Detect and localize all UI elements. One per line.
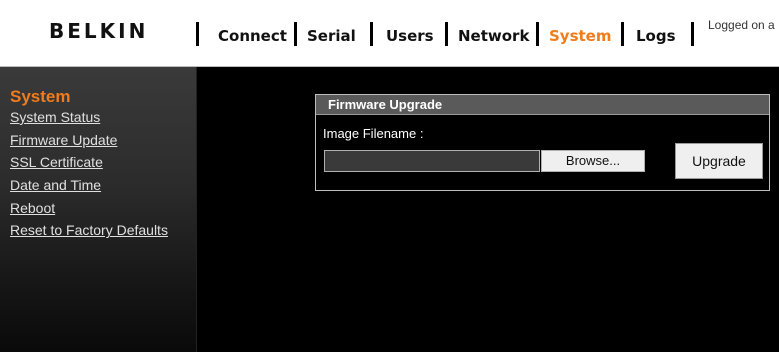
sidebar-link-ssl-certificate[interactable]: SSL Certificate bbox=[10, 154, 103, 170]
sidebar-item-firmware-update: Firmware Update bbox=[10, 132, 168, 155]
upgrade-button[interactable]: Upgrade bbox=[675, 143, 763, 179]
nav-separator bbox=[370, 22, 373, 46]
nav-serial[interactable]: Serial bbox=[307, 27, 356, 45]
sidebar-item-reset-factory: Reset to Factory Defaults bbox=[10, 222, 168, 245]
nav-system[interactable]: System bbox=[549, 27, 611, 45]
sidebar-link-system-status[interactable]: System Status bbox=[10, 109, 100, 125]
belkin-logo: BELKIN bbox=[49, 19, 149, 43]
nav-logs[interactable]: Logs bbox=[636, 27, 676, 45]
image-filename-input[interactable] bbox=[324, 150, 540, 172]
panel-title: Firmware Upgrade bbox=[316, 95, 769, 115]
nav-separator bbox=[196, 22, 199, 46]
nav-users[interactable]: Users bbox=[386, 27, 434, 45]
sidebar-title: System bbox=[10, 87, 71, 106]
sidebar-item-ssl-certificate: SSL Certificate bbox=[10, 154, 168, 177]
sidebar-link-reboot[interactable]: Reboot bbox=[10, 200, 55, 216]
nav-separator bbox=[536, 22, 539, 46]
header-bar: BELKIN Connect Serial Users Network Syst… bbox=[0, 0, 779, 67]
nav-separator bbox=[294, 22, 297, 46]
sidebar-link-date-and-time[interactable]: Date and Time bbox=[10, 177, 101, 193]
sidebar: System System Status Firmware Update SSL… bbox=[0, 67, 197, 352]
nav-connect[interactable]: Connect bbox=[218, 27, 287, 45]
firmware-upgrade-panel: Firmware Upgrade Image Filename : Browse… bbox=[315, 94, 770, 191]
nav-separator bbox=[445, 22, 448, 46]
browse-button[interactable]: Browse... bbox=[541, 150, 645, 172]
sidebar-item-system-status: System Status bbox=[10, 109, 168, 132]
sidebar-menu: System Status Firmware Update SSL Certif… bbox=[10, 109, 168, 245]
sidebar-link-reset-factory[interactable]: Reset to Factory Defaults bbox=[10, 222, 168, 238]
image-filename-label: Image Filename : bbox=[323, 126, 424, 141]
sidebar-item-reboot: Reboot bbox=[10, 200, 168, 223]
sidebar-link-firmware-update[interactable]: Firmware Update bbox=[10, 132, 117, 148]
nav-separator bbox=[691, 22, 694, 46]
logged-on-text: Logged on a bbox=[708, 18, 775, 32]
nav-separator bbox=[621, 22, 624, 46]
nav-network[interactable]: Network bbox=[458, 27, 529, 45]
sidebar-item-date-and-time: Date and Time bbox=[10, 177, 168, 200]
